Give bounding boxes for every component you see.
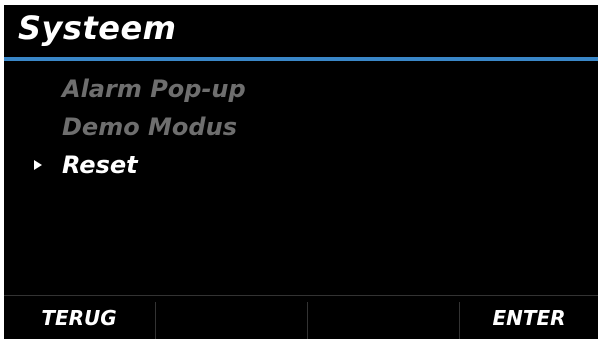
header-divider [4, 57, 598, 61]
back-button[interactable]: TERUG [4, 296, 154, 339]
menu-item-demo-modus[interactable]: Demo Modus [4, 109, 598, 147]
softkey-bar: TERUG ENTER [4, 295, 598, 339]
menu-item-reset[interactable]: Reset [4, 147, 598, 185]
triangle-right-icon [34, 160, 42, 170]
softkey-blank-2[interactable] [156, 296, 306, 339]
device-screen: Systeem Alarm Pop-up Demo Modus Reset TE… [4, 5, 598, 339]
menu-item-label: Demo Modus [62, 113, 237, 141]
page-title: Systeem [18, 9, 177, 47]
enter-button[interactable]: ENTER [460, 296, 598, 339]
menu-item-alarm-popup[interactable]: Alarm Pop-up [4, 71, 598, 109]
menu-item-label: Reset [62, 151, 138, 179]
softkey-blank-3[interactable] [308, 296, 458, 339]
menu-item-label: Alarm Pop-up [62, 75, 246, 103]
screen-header: Systeem [4, 5, 598, 57]
